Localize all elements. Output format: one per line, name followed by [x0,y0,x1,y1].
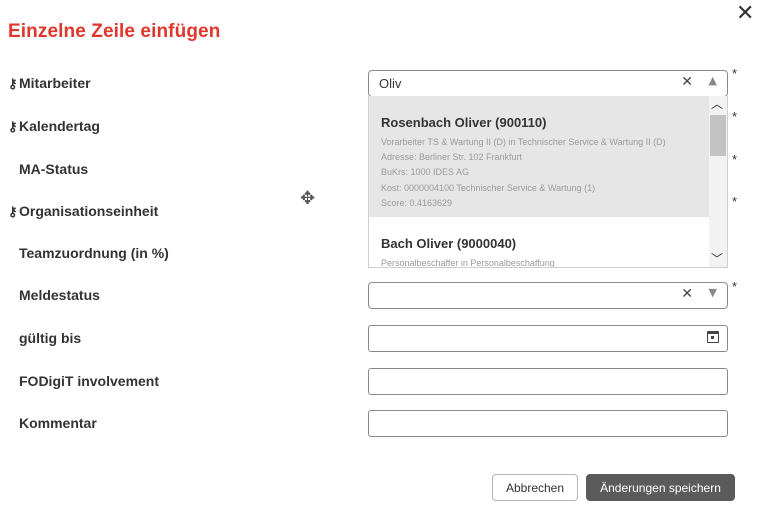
clear-icon[interactable]: ✕ [681,286,693,302]
option-name: Bach Oliver (9000040) [381,236,517,251]
mitarbeiter-select[interactable]: Oliv ✕ ▲ [368,70,728,97]
option-detail: Adresse: Berliner Str. 102 Frankfurt [381,152,523,163]
save-changes-button[interactable]: Änderungen speichern [586,474,735,501]
chevron-up-icon[interactable]: ▲ [709,74,717,87]
meldestatus-select[interactable]: ✕ ▼ [368,282,728,309]
dropdown-option[interactable]: Bach Oliver (9000040) Personalbeschaffer… [369,217,711,268]
label-organisationseinheit: ⚷Organisationseinheit [8,203,159,219]
clear-icon[interactable]: ✕ [681,74,693,90]
required-marker: * [732,109,738,124]
label-fodigit: FODigiT involvement [19,373,160,389]
cancel-button[interactable]: Abbrechen [492,474,578,501]
dropdown-scrollbar[interactable]: ︿ ﹀ [709,96,727,267]
chevron-down-icon[interactable]: ﹀ [711,250,723,267]
required-marker: * [732,194,738,209]
mitarbeiter-input-value[interactable]: Oliv [379,76,401,91]
scrollbar-thumb[interactable] [710,115,726,156]
option-detail: Score: 0.4163629 [381,197,453,208]
option-name: Rosenbach Oliver (900110) [381,115,547,130]
move-icon: ✥ [300,188,316,209]
gueltig-bis-date-input[interactable] [368,325,728,352]
label-kommentar: Kommentar [19,415,97,431]
calendar-icon[interactable] [707,331,719,343]
chevron-up-icon[interactable]: ︿ [711,96,723,112]
option-detail: Kost: 0000004100 Technischer Service & W… [381,182,596,193]
option-detail: Personalbeschaffer in Personalbeschaffun… [381,258,555,268]
label-teamzuordnung: Teamzuordnung (in %) [19,245,169,261]
key-icon: ⚷ [8,76,18,91]
chevron-down-icon[interactable]: ▼ [709,286,717,299]
key-icon: ⚷ [8,204,18,219]
dialog-title: Einzelne Zeile einfügen [8,21,221,42]
required-marker: * [732,66,738,81]
required-marker: * [732,279,738,294]
label-kalendertag: ⚷Kalendertag [8,118,100,134]
kommentar-input[interactable] [368,410,728,437]
option-detail: Vorarbeiter TS & Wartung II (D) in Techn… [381,137,666,147]
label-ma-status: MA-Status [19,161,89,177]
key-icon: ⚷ [8,119,18,134]
label-gueltig-bis: gültig bis [19,330,82,346]
dropdown-option[interactable]: Rosenbach Oliver (900110) Vorarbeiter TS… [369,96,711,217]
fodigit-input[interactable] [368,368,728,395]
mitarbeiter-dropdown: Rosenbach Oliver (900110) Vorarbeiter TS… [368,96,728,268]
required-marker: * [732,152,738,167]
close-icon[interactable]: ✕ [736,2,754,26]
label-mitarbeiter: ⚷Mitarbeiter [8,75,91,91]
label-meldestatus: Meldestatus [19,287,100,303]
option-detail: BuKrs: 1000 IDES AG [381,167,470,178]
